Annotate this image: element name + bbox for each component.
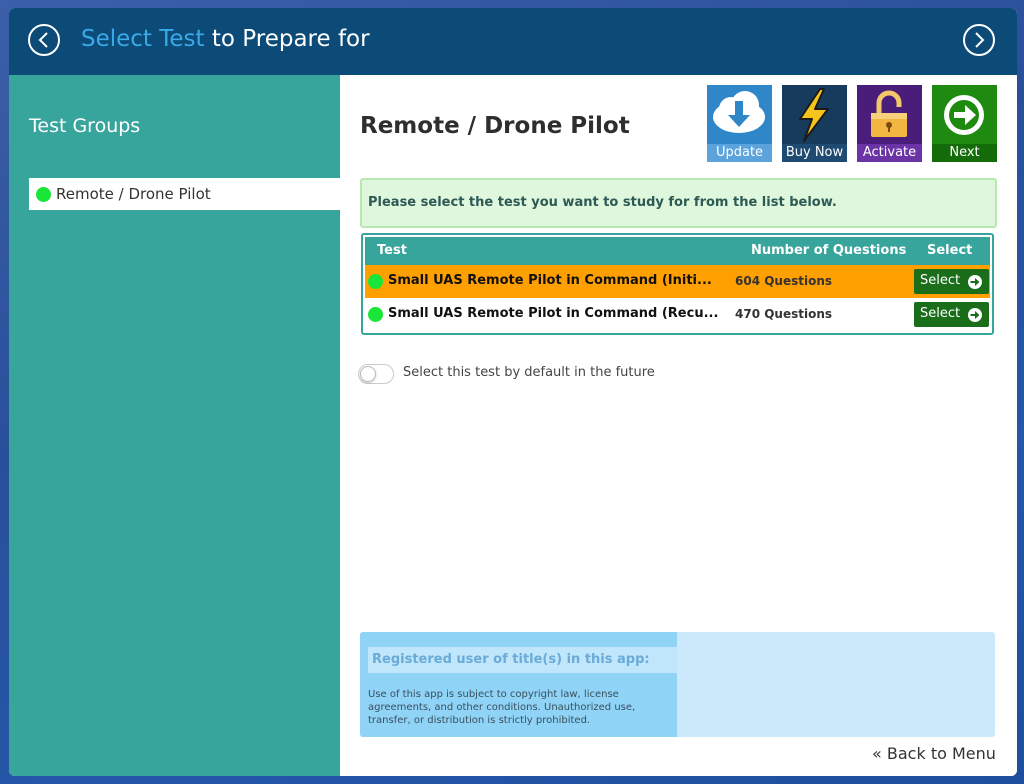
chevron-left-circle-icon [38,32,48,48]
default-test-toggle-label: Select this test by default in the futur… [403,365,655,380]
select-button-label: Select [920,306,961,321]
back-to-menu-label: Back to Menu [886,744,996,763]
table-row[interactable]: Small UAS Remote Pilot in Command (Recu.… [365,298,990,331]
back-to-menu-link[interactable]: « Back to Menu [872,744,996,763]
column-header-test: Test [377,243,407,258]
select-button-label: Select [920,273,961,288]
question-count: 604 Questions [735,274,833,288]
activate-label: Activate [862,145,917,160]
default-test-toggle[interactable] [358,364,394,384]
table-row[interactable]: Small UAS Remote Pilot in Command (Initi… [365,265,990,298]
page-title-rest: to Prepare for [204,26,370,52]
buy-now-label: Buy Now [785,145,844,160]
test-table: Test Number of Questions Select Small UA… [361,233,994,335]
back-button[interactable] [28,24,60,56]
test-name: Small UAS Remote Pilot in Command (Initi… [388,273,712,288]
next-button[interactable]: Next [932,85,997,162]
registered-user-heading: Registered user of title(s) in this app: [372,652,650,667]
instruction-notice: Please select the test you want to study… [360,178,997,228]
title-bar: Select Test to Prepare for [9,8,1017,75]
sidebar-heading: Test Groups [29,115,141,137]
legal-notice: Use of this app is subject to copyright … [368,689,636,726]
select-button[interactable]: Select [914,302,989,327]
group-title: Remote / Drone Pilot [360,113,630,139]
forward-button[interactable] [963,24,995,56]
column-header-questions: Number of Questions [751,243,907,258]
column-header-select: Select [927,243,973,258]
update-button[interactable]: Update [707,85,772,162]
chevron-right-circle-icon [975,32,985,48]
activate-button[interactable]: Activate [857,85,922,162]
registered-user-panel: Registered user of title(s) in this app:… [360,632,995,737]
toggle-knob [360,366,376,382]
instruction-text: Please select the test you want to study… [368,195,837,210]
status-dot-icon [36,186,51,202]
arrow-right-circle-icon [968,275,982,289]
double-chevron-left-icon: « [872,744,882,763]
page-title-highlight: Select Test [81,26,205,52]
registered-user-heading-box: Registered user of title(s) in this app: [368,647,677,673]
sidebar-item-label: Remote / Drone Pilot [56,185,211,203]
page-title: Select Test to Prepare for [81,26,370,52]
sidebar-item-remote-drone-pilot[interactable]: Remote / Drone Pilot [29,178,340,210]
arrow-right-circle-icon [968,308,982,322]
status-dot-icon [368,307,383,322]
app-window: Select Test to Prepare for Test Groups R… [9,8,1017,776]
table-header: Test Number of Questions Select [365,237,990,265]
next-label: Next [949,145,980,160]
select-button[interactable]: Select [914,269,989,294]
update-label: Update [715,145,764,160]
sidebar: Test Groups Remote / Drone Pilot [9,75,340,776]
status-dot-icon [368,274,383,289]
question-count: 470 Questions [735,307,833,321]
test-name: Small UAS Remote Pilot in Command (Recu.… [388,306,719,321]
main-panel: Remote / Drone Pilot Update Buy Now Acti… [340,75,1017,776]
buy-now-button[interactable]: Buy Now [782,85,847,162]
